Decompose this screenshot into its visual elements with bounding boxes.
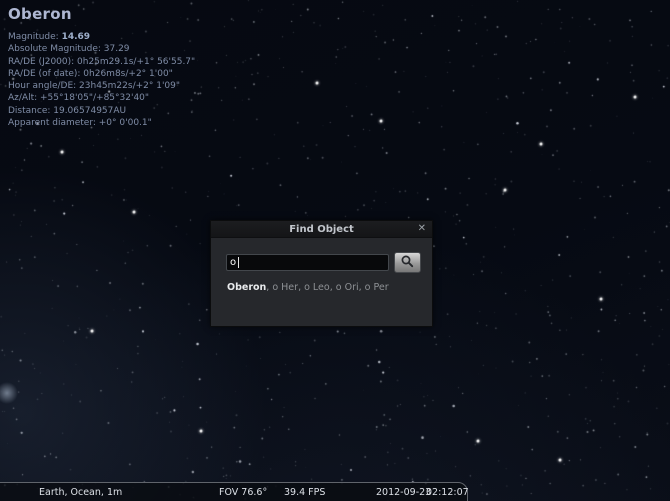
status-location: Earth, Ocean, 1m (39, 487, 122, 498)
stellarium-window: Oberon Magnitude: 14.69 Absolute Magnitu… (0, 0, 670, 501)
search-results[interactable]: Oberon, o Her, o Leo, o Ori, o Per (227, 282, 389, 293)
search-result-others: , o Her, o Leo, o Ori, o Per (266, 282, 388, 293)
status-fov: FOV 76.6° (219, 487, 267, 498)
search-icon (400, 254, 415, 272)
dialog-title: Find Object (289, 224, 354, 235)
close-icon[interactable]: ✕ (418, 222, 426, 236)
search-button[interactable] (394, 252, 421, 273)
find-object-titlebar[interactable]: Find Object ✕ (211, 221, 432, 238)
search-result-primary[interactable]: Oberon (227, 282, 266, 293)
status-date: 2012-09-23 (376, 487, 431, 498)
status-bar: Earth, Ocean, 1m FOV 76.6° 39.4 FPS 2012… (0, 482, 468, 501)
find-object-body: Oberon, o Her, o Leo, o Ori, o Per (211, 238, 432, 327)
status-fps: 39.4 FPS (284, 487, 325, 498)
search-input[interactable] (226, 254, 389, 271)
status-time: 02:12:07 (426, 487, 469, 498)
find-object-dialog: Find Object ✕ Oberon, o Her, o Leo, o Or… (210, 220, 433, 327)
text-cursor (238, 257, 239, 268)
